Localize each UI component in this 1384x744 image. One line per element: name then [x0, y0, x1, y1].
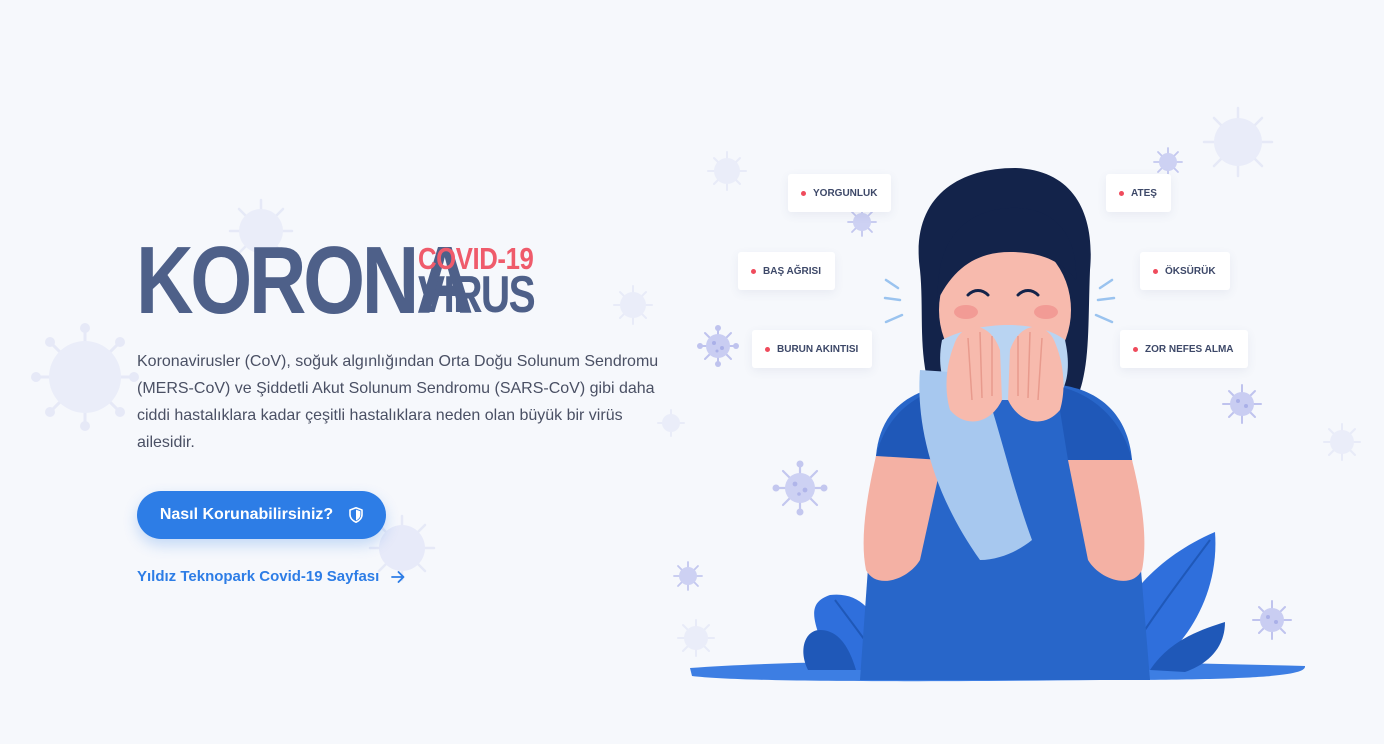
symptom-dot-icon	[765, 346, 770, 352]
symptom-card: BAŞ AĞRISI	[738, 252, 835, 290]
how-to-protect-button[interactable]: Nasıl Korunabilirsiniz?	[137, 491, 386, 539]
virus-decoration-icon	[30, 322, 140, 432]
symptom-dot-icon	[1133, 346, 1138, 352]
symptom-card: ÖKSÜRÜK	[1140, 252, 1230, 290]
shield-icon	[349, 507, 363, 523]
virus-decoration-icon	[1322, 422, 1362, 462]
symptom-card: ATEŞ	[1106, 174, 1171, 212]
link-label: Yıldız Teknopark Covid-19 Sayfası	[137, 568, 380, 585]
symptom-label: BURUN AKINTISI	[777, 343, 859, 355]
symptom-dot-icon	[801, 190, 806, 196]
symptom-dot-icon	[1119, 190, 1124, 196]
hero-section: KORONA COVID-19 VIRUS Koronavirusler (Co…	[0, 0, 1384, 744]
cta-label: Nasıl Korunabilirsiniz?	[159, 506, 334, 523]
symptom-card: YORGUNLUK	[788, 174, 892, 212]
hero-description: Koronavirusler (CoV), soğuk algınlığında…	[137, 353, 659, 451]
symptom-label: ZOR NEFES ALMA	[1145, 343, 1234, 355]
arrow-right-icon	[391, 570, 405, 583]
symptom-label: BAŞ AĞRISI	[763, 265, 821, 277]
virus-decoration-icon	[612, 284, 654, 326]
symptom-label: YORGUNLUK	[813, 187, 878, 199]
symptom-dot-icon	[751, 268, 756, 274]
teknopark-covid-link[interactable]: Yıldız Teknopark Covid-19 Sayfası	[137, 568, 405, 585]
symptom-label: ÖKSÜRÜK	[1165, 265, 1216, 277]
symptom-label: ATEŞ	[1131, 187, 1157, 199]
symptom-dot-icon	[1153, 268, 1158, 274]
symptom-card: ZOR NEFES ALMA	[1120, 330, 1248, 368]
title-virus: VIRUS	[418, 266, 536, 324]
symptom-card: BURUN AKINTISI	[752, 330, 873, 368]
sneezing-woman-illustration	[690, 168, 1306, 682]
